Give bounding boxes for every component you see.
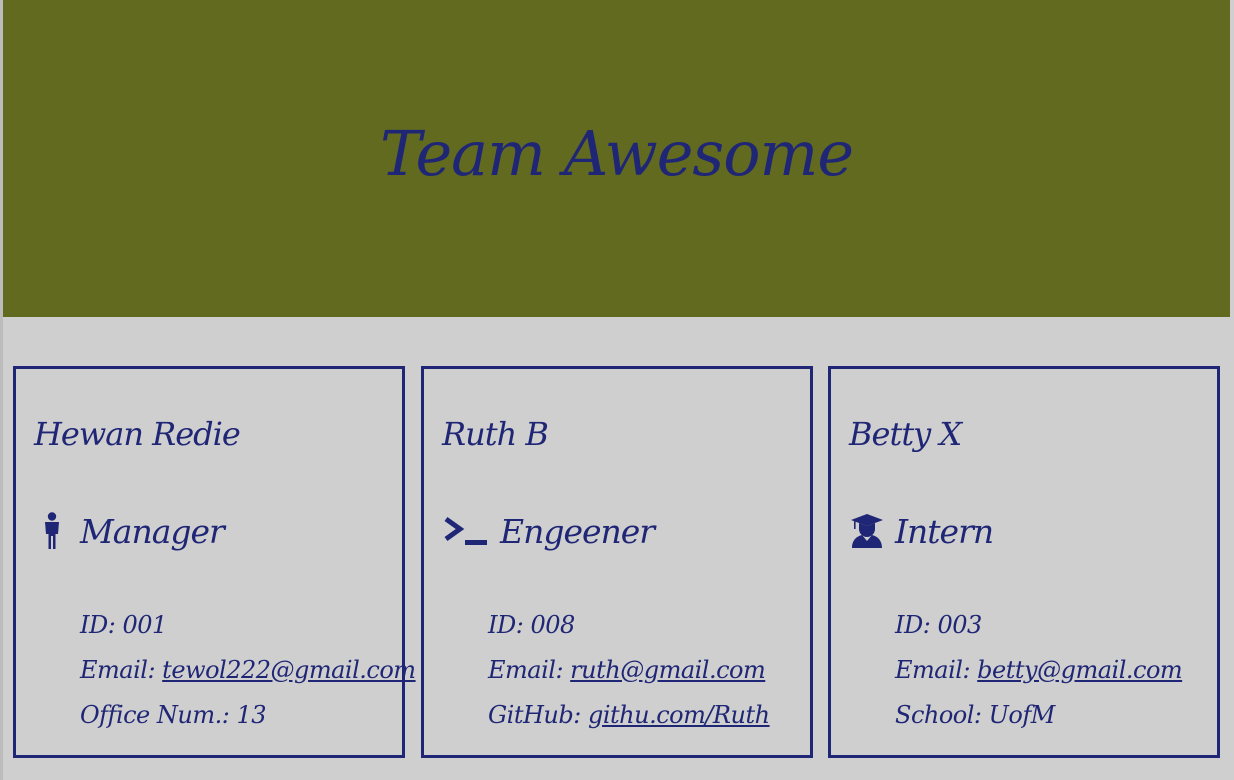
role-label: Intern	[895, 511, 994, 551]
email-link[interactable]: tewol222@gmail.com	[162, 656, 416, 684]
office-label: Office Num.:	[80, 701, 230, 729]
school-label: School:	[895, 701, 982, 729]
id-label: ID:	[895, 611, 931, 639]
email-label: Email:	[895, 656, 971, 684]
office-row: Office Num.: 13	[80, 693, 416, 738]
graduate-icon	[849, 511, 885, 551]
header-banner: Team Awesome	[3, 0, 1230, 317]
employee-role: Manager	[34, 511, 225, 551]
email-label: Email:	[80, 656, 156, 684]
employee-details: ID: 003 Email: betty@gmail.com School: U…	[895, 603, 1183, 738]
github-row: GitHub: githu.com/Ruth	[488, 693, 770, 738]
role-label: Engeener	[500, 511, 655, 551]
employee-role: Intern	[849, 511, 994, 551]
id-value: 003	[937, 611, 982, 639]
employee-name: Betty X	[849, 415, 962, 453]
id-label: ID:	[488, 611, 524, 639]
email-row: Email: ruth@gmail.com	[488, 648, 770, 693]
person-icon	[34, 511, 70, 551]
employee-details: ID: 001 Email: tewol222@gmail.com Office…	[80, 603, 416, 738]
id-row: ID: 003	[895, 603, 1182, 648]
id-label: ID:	[80, 611, 116, 639]
email-row: Email: betty@gmail.com	[895, 648, 1183, 693]
school-value: UofM	[988, 701, 1056, 729]
id-row: ID: 008	[488, 603, 770, 648]
employee-name: Hewan Redie	[34, 415, 241, 453]
employee-role: Engeener	[442, 511, 655, 551]
email-link[interactable]: ruth@gmail.com	[570, 656, 766, 684]
page-title: Team Awesome	[379, 117, 854, 190]
employee-details: ID: 008 Email: ruth@gmail.com GitHub: gi…	[488, 603, 770, 738]
office-value: 13	[236, 701, 267, 729]
school-row: School: UofM	[895, 693, 1182, 738]
employee-name: Ruth B	[442, 415, 549, 453]
email-row: Email: tewol222@gmail.com	[80, 648, 416, 693]
employee-card-manager: Hewan Redie Manager ID: 001 Email: tewol…	[13, 366, 416, 758]
email-link[interactable]: betty@gmail.com	[977, 656, 1182, 684]
page: Team Awesome Hewan Redie Manager ID: 001…	[0, 0, 1234, 780]
github-link[interactable]: githu.com/Ruth	[588, 701, 770, 729]
id-row: ID: 001	[80, 603, 416, 648]
role-label: Manager	[80, 511, 225, 551]
employee-card-intern: Betty X Intern ID: 003 Email: betty@gmai…	[828, 366, 1220, 758]
terminal-icon	[442, 511, 490, 551]
id-value: 008	[530, 611, 575, 639]
github-label: GitHub:	[488, 701, 581, 729]
email-label: Email:	[488, 656, 564, 684]
id-value: 001	[122, 611, 167, 639]
employee-card-engineer: Ruth B Engeener ID: 008 Email: ruth@gmai…	[421, 366, 813, 758]
